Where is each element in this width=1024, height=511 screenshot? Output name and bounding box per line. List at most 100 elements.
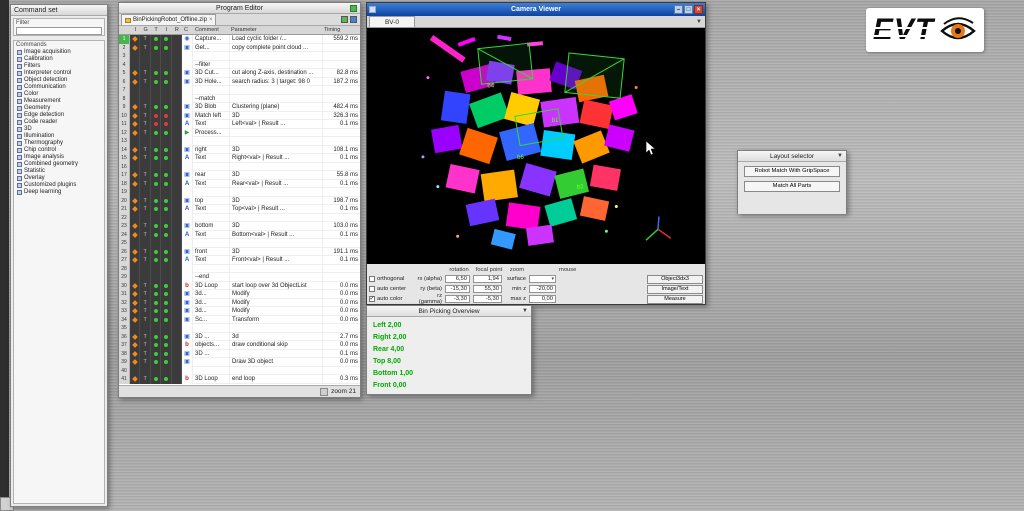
- chevron-down-icon[interactable]: ▼: [696, 19, 702, 25]
- command-item[interactable]: Code reader: [14, 119, 104, 126]
- chevron-down-icon[interactable]: ▼: [522, 308, 528, 314]
- flag-cell[interactable]: [172, 299, 182, 308]
- program-row[interactable]: 6T▣3D Hole...search radius: 3 | target: …: [119, 78, 360, 87]
- program-row[interactable]: 8--match: [119, 95, 360, 104]
- command-item[interactable]: Measurement: [14, 98, 104, 105]
- command-item[interactable]: 3D: [14, 126, 104, 133]
- program-row[interactable]: 20T▣top3D198.7 ms: [119, 197, 360, 206]
- program-row[interactable]: 22: [119, 214, 360, 223]
- program-row[interactable]: 41Tb3D Loopend loop0.3 ms: [119, 375, 360, 384]
- flag-cell[interactable]: [130, 367, 140, 376]
- auto-center-checkbox[interactable]: auto center: [369, 286, 413, 292]
- trigger-flag-icon[interactable]: T: [140, 282, 150, 291]
- flag-cell[interactable]: [172, 350, 182, 359]
- trigger-flag-icon[interactable]: T: [140, 222, 150, 231]
- image-text-button[interactable]: Image/Text: [647, 285, 703, 294]
- flag-cell[interactable]: [172, 214, 182, 223]
- flag-cell[interactable]: [172, 265, 182, 274]
- program-row[interactable]: 10T▣Match left3D326.3 ms: [119, 112, 360, 121]
- trigger-flag-icon[interactable]: T: [140, 35, 150, 44]
- trigger-flag-icon[interactable]: T: [140, 112, 150, 121]
- flag-cell[interactable]: [172, 375, 182, 384]
- flag-cell[interactable]: [172, 205, 182, 214]
- trigger-flag-icon[interactable]: T: [140, 333, 150, 342]
- program-row[interactable]: 15TATextRight<val> | Result ...0.1 ms: [119, 154, 360, 163]
- trigger-flag-icon[interactable]: T: [140, 350, 150, 359]
- flag-cell[interactable]: [130, 265, 140, 274]
- object3d-button[interactable]: Object3dx3: [647, 275, 703, 284]
- program-row[interactable]: 4--filter: [119, 61, 360, 70]
- trigger-flag-icon[interactable]: T: [140, 180, 150, 189]
- flag-cell[interactable]: [151, 86, 161, 95]
- program-row[interactable]: 18TATextRear<val> | Result ...0.1 ms: [119, 180, 360, 189]
- program-row[interactable]: 37Tbobjects...draw conditional skip0.0 m…: [119, 341, 360, 350]
- trigger-flag-icon[interactable]: T: [140, 341, 150, 350]
- command-item[interactable]: Object detection: [14, 77, 104, 84]
- flag-cell[interactable]: [140, 324, 150, 333]
- flag-cell[interactable]: [140, 86, 150, 95]
- flag-cell[interactable]: [140, 239, 150, 248]
- flag-cell[interactable]: [161, 95, 171, 104]
- min-z-field[interactable]: -20,00: [529, 285, 556, 293]
- program-row[interactable]: 16: [119, 163, 360, 172]
- program-row[interactable]: 27TATextFront<val> | Result ...0.1 ms: [119, 256, 360, 265]
- command-item[interactable]: Combined geometry: [14, 161, 104, 168]
- flag-cell[interactable]: [161, 239, 171, 248]
- flag-cell[interactable]: [140, 273, 150, 282]
- flag-cell[interactable]: [161, 61, 171, 70]
- flag-cell[interactable]: [161, 324, 171, 333]
- zoom-button[interactable]: [320, 388, 328, 396]
- flag-cell[interactable]: [161, 86, 171, 95]
- command-item[interactable]: Color: [14, 91, 104, 98]
- flag-cell[interactable]: [172, 171, 182, 180]
- flag-cell[interactable]: [151, 137, 161, 146]
- flag-cell[interactable]: [172, 180, 182, 189]
- flag-cell[interactable]: [172, 197, 182, 206]
- program-row[interactable]: 25: [119, 239, 360, 248]
- trigger-flag-icon[interactable]: T: [140, 129, 150, 138]
- flag-cell[interactable]: [172, 120, 182, 129]
- command-item[interactable]: Overlay: [14, 175, 104, 182]
- flag-cell[interactable]: [172, 78, 182, 87]
- flag-cell[interactable]: [172, 222, 182, 231]
- command-item[interactable]: Customized plugins: [14, 182, 104, 189]
- flag-cell[interactable]: [172, 290, 182, 299]
- flag-cell[interactable]: [172, 163, 182, 172]
- filter-input[interactable]: [16, 27, 102, 35]
- point-cloud-canvas[interactable]: b4 b1 b6 b3: [367, 28, 705, 264]
- program-row[interactable]: 9T▣3D BlobClustering (plane)482.4 ms: [119, 103, 360, 112]
- trigger-flag-icon[interactable]: T: [140, 248, 150, 257]
- program-row[interactable]: 11TATextLeft<val> | Result ...0.1 ms: [119, 120, 360, 129]
- program-row[interactable]: 34T▣Sc...Transform0.0 ms: [119, 316, 360, 325]
- command-item[interactable]: Illumination: [14, 133, 104, 140]
- flag-cell[interactable]: [151, 239, 161, 248]
- max-z-field[interactable]: 0,00: [529, 295, 556, 303]
- measure-button[interactable]: Measure: [647, 295, 703, 304]
- command-item[interactable]: Image acquisition: [14, 49, 104, 56]
- command-item[interactable]: Geometry: [14, 105, 104, 112]
- surface-select[interactable]: ▾: [529, 275, 556, 283]
- command-item[interactable]: Statistic: [14, 168, 104, 175]
- command-item[interactable]: Chip control: [14, 147, 104, 154]
- trigger-flag-icon[interactable]: T: [140, 154, 150, 163]
- flag-cell[interactable]: [161, 163, 171, 172]
- flag-cell[interactable]: [172, 358, 182, 367]
- trigger-flag-icon[interactable]: T: [140, 78, 150, 87]
- flag-cell[interactable]: [130, 52, 140, 61]
- flag-cell[interactable]: [151, 61, 161, 70]
- flag-cell[interactable]: [130, 163, 140, 172]
- flag-cell[interactable]: [130, 239, 140, 248]
- program-row[interactable]: 26T▣front3D191.1 ms: [119, 248, 360, 257]
- program-row[interactable]: 35: [119, 324, 360, 333]
- flag-cell[interactable]: [172, 95, 182, 104]
- trigger-flag-icon[interactable]: T: [140, 120, 150, 129]
- maximize-button[interactable]: □: [684, 5, 693, 14]
- focal-y-field[interactable]: 55,30: [473, 285, 502, 293]
- command-item[interactable]: Filters: [14, 63, 104, 70]
- flag-cell[interactable]: [172, 231, 182, 240]
- flag-cell[interactable]: [140, 52, 150, 61]
- program-row[interactable]: 30Tb3D Loopstart loop over 3d ObjectList…: [119, 282, 360, 291]
- flag-cell[interactable]: [161, 52, 171, 61]
- viewer-tab[interactable]: BV-0: [369, 16, 415, 27]
- rx-field[interactable]: 6,50: [445, 275, 470, 283]
